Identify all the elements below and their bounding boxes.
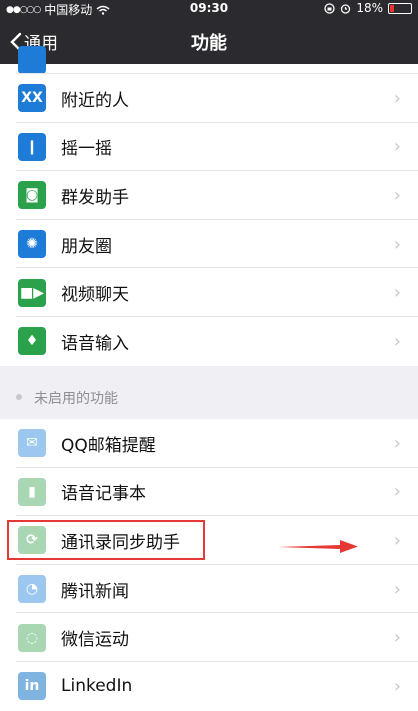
list-item[interactable]: ◌ 微信运动 › xyxy=(0,613,418,662)
tencent-news-icon: ◔ xyxy=(18,575,46,604)
chevron-right-icon: › xyxy=(393,578,401,600)
list-item[interactable]: ▮ 语音记事本 › xyxy=(0,468,418,517)
chevron-right-icon: › xyxy=(393,432,401,454)
list-item-label: QQ邮箱提醒 xyxy=(61,435,156,456)
list-item-label: 群发助手 xyxy=(61,187,129,208)
wechat-sport-icon: ◌ xyxy=(18,623,46,652)
page-title: 功能 xyxy=(191,33,227,54)
annotation-highlight-box xyxy=(7,520,205,560)
mail-icon: ✉ xyxy=(18,429,46,458)
list-item[interactable]: ✉ QQ邮箱提醒 › xyxy=(0,419,418,468)
chevron-right-icon: › xyxy=(393,529,401,551)
battery-percent: 18% xyxy=(356,1,383,15)
alarm-icon xyxy=(341,3,351,14)
voice-notebook-icon: ▮ xyxy=(18,477,46,506)
list-item-label: 语音记事本 xyxy=(61,484,146,505)
chevron-right-icon: › xyxy=(393,136,401,158)
section-header: 未启用的功能 xyxy=(34,391,118,407)
chevron-right-icon: › xyxy=(393,627,401,649)
list-item-label: 语音输入 xyxy=(61,333,129,354)
people-nearby-icon: ⅩⅩ xyxy=(18,84,46,113)
video-chat-icon: ■▶ xyxy=(18,278,46,307)
list-item-label: 微信运动 xyxy=(61,630,129,651)
list-item[interactable]: ◔ 腾讯新闻 › xyxy=(0,565,418,614)
list-item[interactable]: ◙ 群发助手 › xyxy=(0,171,418,220)
list-item[interactable]: ❙ 摇一摇 › xyxy=(0,123,418,172)
list-item[interactable]: ✺ 朋友圈 › xyxy=(0,220,418,269)
list-item-label: 摇一摇 xyxy=(61,139,112,160)
disabled-features-list: ✉ QQ邮箱提醒 › ▮ 语音记事本 › ⟳ 通讯录同步助手 › ◔ 腾讯新闻 › ◌ 微信运动 › in Li… xyxy=(0,419,418,711)
list-item-label: LinkedIn xyxy=(61,676,133,697)
list-item[interactable]: ♦ 语音输入 › xyxy=(0,317,418,366)
chevron-right-icon: › xyxy=(393,184,401,206)
chevron-right-icon: › xyxy=(393,675,401,697)
orientation-lock-icon xyxy=(324,2,335,14)
chevron-right-icon: › xyxy=(393,330,401,352)
list-item-label: 附近的人 xyxy=(61,90,129,111)
shake-icon: ❙ xyxy=(18,132,46,161)
linkedin-icon: in xyxy=(18,672,46,701)
broadcast-icon: ◙ xyxy=(18,181,46,210)
moments-icon: ✺ xyxy=(18,230,46,259)
voice-input-icon: ♦ xyxy=(18,327,46,356)
status-bar: ●●○○○ 中国移动 09:30 18% xyxy=(0,0,418,18)
enabled-features-list: ⅩⅩ 附近的人 › ❙ 摇一摇 › ◙ 群发助手 › ✺ 朋友圈 › ■▶ 视频聊天 › ♦ 语音输入 › xyxy=(0,74,418,366)
battery-icon xyxy=(388,2,412,14)
list-item-label: 视频聊天 xyxy=(61,285,129,306)
list-item[interactable]: in LinkedIn › xyxy=(0,662,418,711)
chevron-right-icon: › xyxy=(393,481,401,503)
navigation-bar: 通用 功能 xyxy=(0,18,418,64)
partial-icon xyxy=(18,46,46,74)
chevron-right-icon: › xyxy=(393,87,401,109)
chevron-right-icon: › xyxy=(393,233,401,255)
list-item[interactable]: ■▶ 视频聊天 › xyxy=(0,268,418,317)
list-item-label: 朋友圈 xyxy=(61,236,112,257)
chevron-right-icon: › xyxy=(393,282,401,304)
list-item-label: 腾讯新闻 xyxy=(61,581,129,602)
annotation-arrow xyxy=(278,540,358,553)
section-bullet xyxy=(16,394,22,400)
partial-list-item xyxy=(0,46,418,74)
list-item[interactable]: ⅩⅩ 附近的人 › xyxy=(0,74,418,123)
